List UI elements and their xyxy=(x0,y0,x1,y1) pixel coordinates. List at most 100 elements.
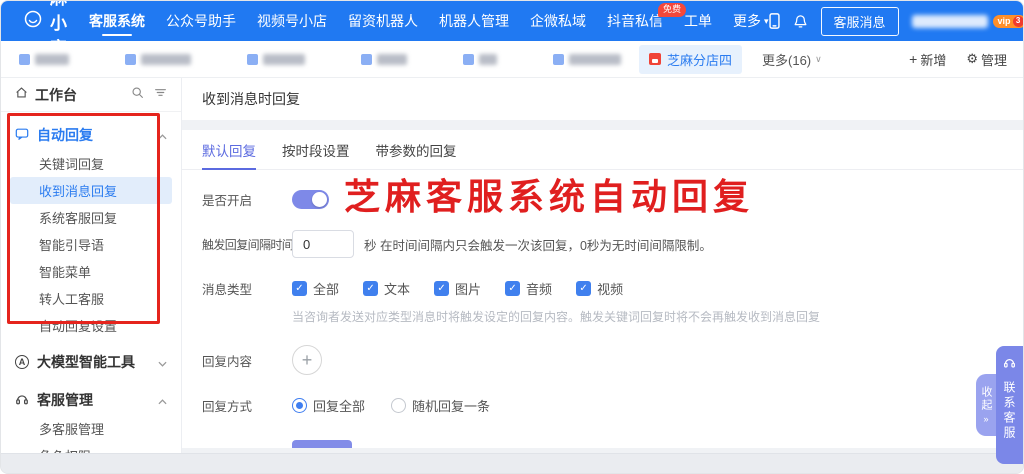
nav-douyin-dm[interactable]: 抖音私信 免费 xyxy=(607,1,686,41)
gear-icon: ⚙ xyxy=(966,51,978,66)
message-type-row: 消息类型 全部 文本 图片 音频 视频 xyxy=(202,279,1003,298)
shop-icon xyxy=(553,53,564,65)
sidebar-group-llm-tools[interactable]: A 大模型智能工具 xyxy=(1,347,181,377)
sidebar-item-transfer-human[interactable]: 转人工客服 xyxy=(10,285,172,312)
search-icon[interactable] xyxy=(131,86,144,104)
user-name-blurred xyxy=(911,14,988,28)
radio-reply-all[interactable]: 回复全部 xyxy=(292,396,365,415)
shop-icon xyxy=(19,53,30,65)
blurred-shop-tab[interactable] xyxy=(553,53,621,65)
headset-icon xyxy=(15,392,29,409)
checkbox-video[interactable]: 视频 xyxy=(576,279,623,298)
vip-level-badge: 3 xyxy=(1012,15,1023,27)
contact-kefu-button[interactable]: 联系客服 xyxy=(996,346,1023,464)
page-title: 收到消息时回复 xyxy=(182,78,1023,120)
enable-toggle[interactable] xyxy=(292,190,329,209)
chat-bubble-icon xyxy=(15,127,29,144)
nav-lead-bot[interactable]: 留资机器人 xyxy=(348,1,418,41)
storefront-icon xyxy=(649,53,661,65)
nav-video-channel-shop[interactable]: 视频号小店 xyxy=(257,1,327,41)
nav-work-order[interactable]: 工单 xyxy=(684,1,712,41)
reply-mode-label: 回复方式 xyxy=(202,400,253,414)
manage-shops-button[interactable]: ⚙ 管理 xyxy=(966,50,1007,69)
tab-default-reply[interactable]: 默认回复 xyxy=(202,130,256,170)
checkbox-text[interactable]: 文本 xyxy=(363,279,410,298)
shop-icon xyxy=(463,53,474,65)
nav-qiwei-private[interactable]: 企微私域 xyxy=(530,1,586,41)
add-shop-button[interactable]: + 新增 xyxy=(909,50,946,69)
sidebar-group-kefu-manage[interactable]: 客服管理 xyxy=(1,385,181,415)
chevron-up-icon xyxy=(158,127,167,143)
checkbox-audio[interactable]: 音频 xyxy=(505,279,552,298)
shop-tab-bar: 芝麻分店四 更多(16) ∨ + 新增 ⚙ 管理 xyxy=(1,41,1023,78)
message-type-checkboxes: 全部 文本 图片 音频 视频 xyxy=(292,279,623,298)
save-button[interactable]: 保存 xyxy=(292,440,353,448)
primary-nav: 客服系统 公众号助手 视频号小店 留资机器人 机器人管理 企微私域 抖音私信 免… xyxy=(89,1,769,41)
chevron-down-icon: ∨ xyxy=(815,53,822,64)
interval-hint: 秒 在时间间隔内只会触发一次该回复，0秒为无时间间隔限制。 xyxy=(364,238,712,253)
reply-mode-row: 回复方式 回复全部 随机回复一条 xyxy=(202,396,1003,415)
nav-more-menu[interactable]: 更多 ▾ xyxy=(733,1,769,41)
sidebar-item-message-received-reply[interactable]: 收到消息回复 xyxy=(10,177,172,204)
blurred-shop-tab[interactable] xyxy=(463,53,497,65)
nav-kefu-system[interactable]: 客服系统 xyxy=(89,1,145,41)
sidebar: 工作台 自动回复 关键词回复 收到消息回复 系统客服回复 智能引导语 智能菜单 … xyxy=(1,78,182,464)
kefu-message-button[interactable]: 客服消息 xyxy=(820,6,899,36)
sidebar-item-auto-reply-settings[interactable]: 自动回复设置 xyxy=(10,312,172,339)
tab-parameterized-reply[interactable]: 带参数的回复 xyxy=(376,130,457,169)
top-navbar: 芝麻小客服 客服系统 公众号助手 视频号小店 留资机器人 机器人管理 企微私域 … xyxy=(1,1,1023,83)
circled-a-icon: A xyxy=(15,355,29,369)
home-icon xyxy=(15,86,28,104)
sidebar-item-smart-guide[interactable]: 智能引导语 xyxy=(10,231,172,258)
headset-icon xyxy=(1003,356,1016,374)
add-reply-content-button[interactable]: + xyxy=(292,345,322,375)
user-account-menu[interactable]: vip 3 ▾ xyxy=(911,14,1023,28)
plus-icon: + xyxy=(909,51,918,67)
checkbox-checked-icon xyxy=(576,281,592,296)
chevron-down-icon xyxy=(158,354,167,370)
blurred-shop-tab[interactable] xyxy=(19,53,69,65)
nav-bot-manage[interactable]: 机器人管理 xyxy=(439,1,509,41)
sidebar-item-multi-kefu-manage[interactable]: 多客服管理 xyxy=(10,415,172,442)
blurred-shop-tab[interactable] xyxy=(125,53,191,65)
interval-input[interactable] xyxy=(292,230,354,258)
collapse-widget-button[interactable]: 收起 » xyxy=(976,374,996,436)
body: 工作台 自动回复 关键词回复 收到消息回复 系统客服回复 智能引导语 智能菜单 … xyxy=(1,78,1023,464)
sidebar-item-keyword-reply[interactable]: 关键词回复 xyxy=(10,150,172,177)
radio-random-one[interactable]: 随机回复一条 xyxy=(391,396,490,415)
radio-unselected-icon xyxy=(391,398,407,413)
blurred-shop-tab[interactable] xyxy=(361,53,407,65)
main-content: 收到消息时回复 默认回复 按时段设置 带参数的回复 是否开启 触发回复间隔时间 xyxy=(182,78,1023,453)
blurred-shop-tab[interactable] xyxy=(247,53,305,65)
active-shop-tab[interactable]: 芝麻分店四 xyxy=(639,44,743,74)
shop-actions: + 新增 ⚙ 管理 xyxy=(909,50,1007,69)
checkbox-image[interactable]: 图片 xyxy=(434,279,481,298)
tab-time-period-settings[interactable]: 按时段设置 xyxy=(282,130,350,169)
more-shops-dropdown[interactable]: 更多(16) ∨ xyxy=(762,50,822,69)
app-window: 芝麻小客服 客服系统 公众号助手 视频号小店 留资机器人 机器人管理 企微私域 … xyxy=(0,0,1024,474)
sidebar-group-auto-reply[interactable]: 自动回复 xyxy=(1,120,181,150)
checkbox-checked-icon xyxy=(292,281,307,296)
shop-icon xyxy=(361,53,372,65)
checkbox-checked-icon xyxy=(434,281,450,296)
notification-bell-icon[interactable] xyxy=(793,14,808,29)
chevron-up-icon xyxy=(158,392,167,408)
checkbox-all[interactable]: 全部 xyxy=(292,279,339,298)
card-tabs: 默认回复 按时段设置 带参数的回复 xyxy=(182,130,1023,170)
settings-form: 是否开启 触发回复间隔时间 秒 在时间间隔内只会触发一次该回复，0秒为无时间间隔… xyxy=(182,170,1023,448)
sidebar-item-smart-menu[interactable]: 智能菜单 xyxy=(10,258,172,285)
menu-filter-icon[interactable] xyxy=(154,86,167,104)
footer-strip xyxy=(1,453,1023,473)
sidebar-item-system-kefu-reply[interactable]: 系统客服回复 xyxy=(10,204,172,231)
enable-label: 是否开启 xyxy=(202,194,253,208)
shop-icon xyxy=(125,53,136,65)
radio-selected-icon xyxy=(292,398,307,413)
sidebar-header: 工作台 xyxy=(1,78,181,112)
nav-official-account-helper[interactable]: 公众号助手 xyxy=(166,1,236,41)
mobile-app-icon[interactable] xyxy=(768,13,780,29)
floating-contact-widget: 收起 » 联系客服 xyxy=(976,346,1023,464)
enable-row: 是否开启 xyxy=(202,190,1003,209)
message-type-hint: 当咨询者发送对应类型消息时将触发设定的回复内容。触发关键词回复时将不会再触发收到… xyxy=(292,310,821,324)
reply-content-label: 回复内容 xyxy=(202,354,253,369)
vip-badge: vip 3 xyxy=(992,14,1023,28)
